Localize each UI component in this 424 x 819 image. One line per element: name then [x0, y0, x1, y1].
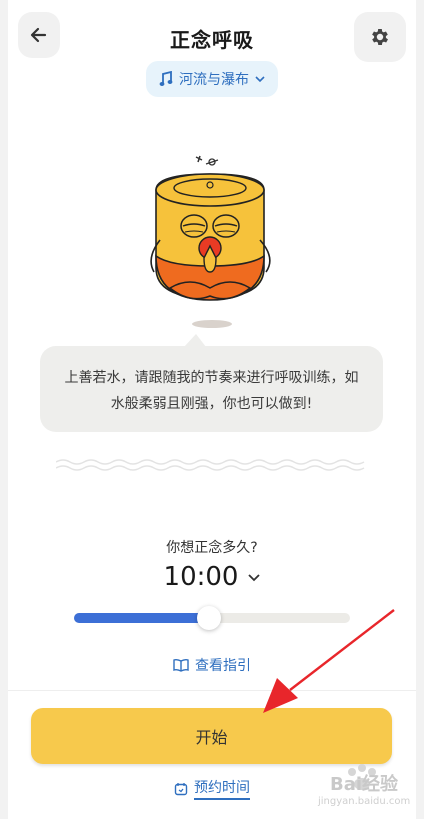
view-guide-label: 查看指引: [195, 658, 251, 674]
left-edge: [0, 0, 8, 819]
start-button[interactable]: 开始: [31, 708, 392, 764]
right-edge: [416, 0, 424, 819]
settings-button[interactable]: [354, 12, 406, 62]
music-track-label: 河流与瀑布: [179, 72, 249, 88]
meditating-mascot-icon: [150, 155, 271, 328]
duration-selector[interactable]: 10:00: [0, 562, 424, 592]
chevron-down-icon: [255, 76, 265, 83]
bubble-line-1: 上善若水，请跟随我的节奏来进行呼吸训练，如: [64, 370, 359, 386]
music-selector[interactable]: 河流与瀑布: [146, 61, 278, 97]
wave-divider: [56, 459, 365, 471]
schedule-time-label: 预约时间: [194, 777, 250, 800]
book-icon: [173, 658, 189, 672]
watermark-url: jingyan.baidu.com: [318, 796, 411, 807]
speech-bubble: 上善若水，请跟随我的节奏来进行呼吸训练，如 水般柔弱且刚强，你也可以做到!: [40, 346, 383, 432]
slider-fill: [74, 613, 210, 623]
duration-value: 10:00: [163, 562, 239, 592]
duration-slider[interactable]: [74, 606, 350, 630]
calendar-clock-icon: [174, 782, 188, 795]
chevron-down-icon: [248, 573, 261, 581]
duration-question: 你想正念多久?: [166, 540, 258, 556]
gear-icon: [372, 29, 388, 45]
watermark-brand: Bai经验: [330, 774, 399, 795]
slider-handle[interactable]: [197, 606, 222, 630]
bubble-line-2: 水般柔弱且刚强，你也可以做到!: [110, 396, 313, 412]
music-note-icon: [159, 71, 173, 86]
footer-divider: [8, 690, 416, 691]
view-guide-link[interactable]: 查看指引: [0, 655, 424, 675]
